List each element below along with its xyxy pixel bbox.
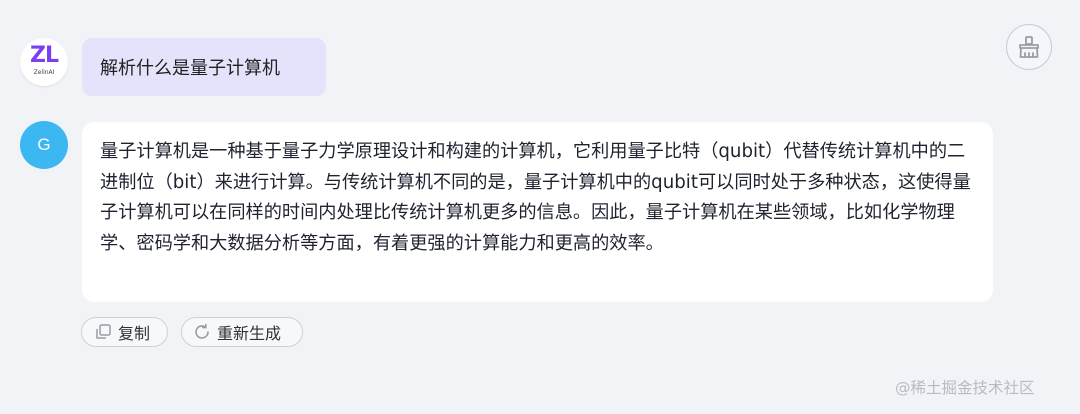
assistant-message-bubble: 量子计算机是一种基于量子力学原理设计和构建的计算机，它利用量子比特（qubit）… <box>82 122 993 302</box>
regenerate-label: 重新生成 <box>217 324 282 343</box>
copy-button[interactable]: 复制 <box>81 317 168 347</box>
user-message-text: 解析什么是量子计算机 <box>100 58 280 79</box>
assistant-message-text: 量子计算机是一种基于量子力学原理设计和构建的计算机，它利用量子比特（qubit）… <box>100 141 971 254</box>
user-avatar: ZL ZelinAI <box>20 38 68 86</box>
watermark: @稀土掘金技术社区 <box>895 379 1035 397</box>
user-message-bubble: 解析什么是量子计算机 <box>82 38 326 96</box>
clear-chat-button[interactable] <box>1006 24 1052 70</box>
refresh-icon <box>192 322 212 342</box>
regenerate-button[interactable]: 重新生成 <box>181 317 303 347</box>
assistant-avatar-letter: G <box>37 135 51 154</box>
copy-label: 复制 <box>118 324 151 343</box>
assistant-avatar: G <box>20 121 68 169</box>
zelinai-logo-text: ZelinAI <box>33 69 55 76</box>
zelinai-logo: ZL <box>30 43 59 68</box>
copy-icon <box>93 322 113 342</box>
broom-icon <box>1019 36 1039 58</box>
